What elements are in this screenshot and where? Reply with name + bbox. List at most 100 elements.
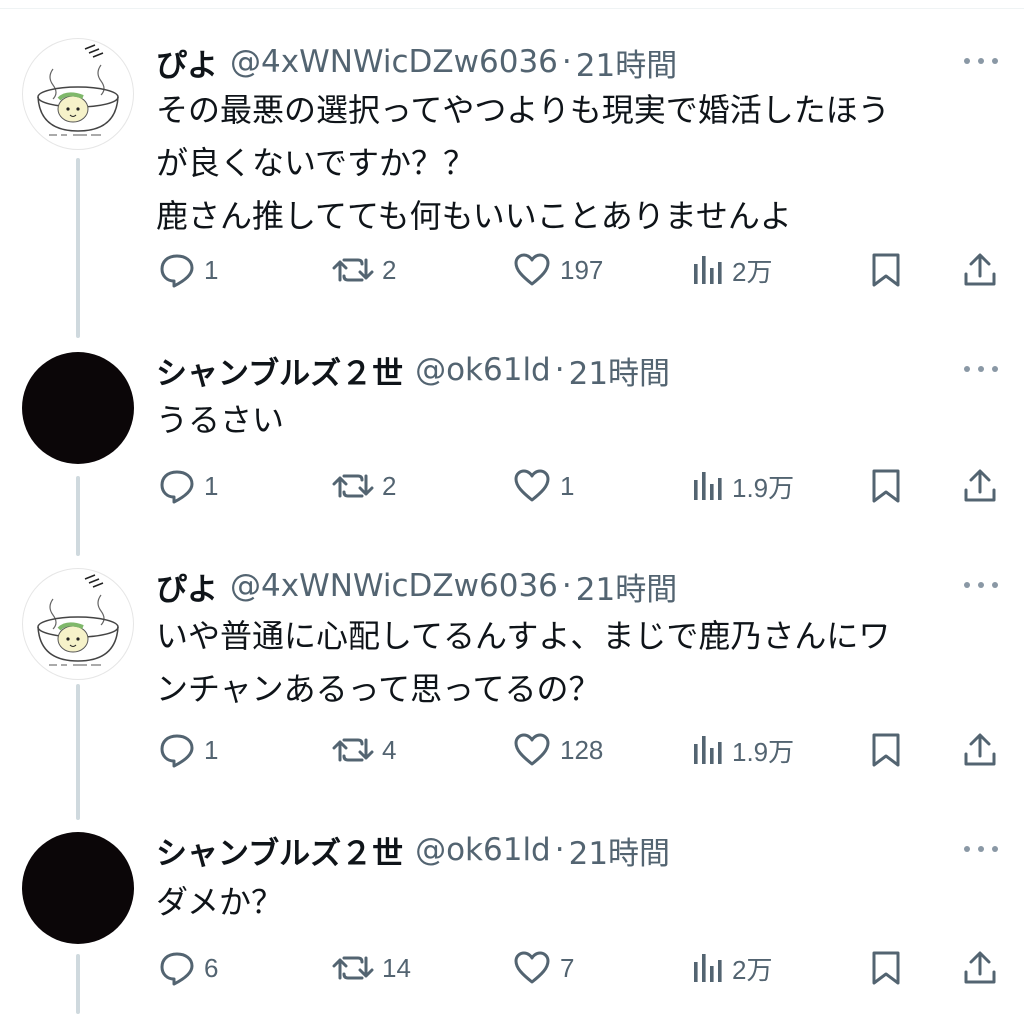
tweet-actions: 6 14 7 2万: [0, 946, 1024, 990]
reposts-count: 2: [382, 470, 397, 501]
repost-arrows-icon: [332, 950, 374, 986]
separator: ·: [561, 44, 572, 80]
display-name[interactable]: シャンブルズ２世: [156, 828, 403, 873]
separator: ·: [554, 352, 565, 388]
reply-bubble-icon: [158, 252, 196, 288]
replies-count: 1: [204, 470, 219, 501]
tweet-header: シャンブルズ２世 @ok61ld · 21時間: [156, 826, 670, 874]
views-count: 2万: [732, 954, 773, 985]
user-handle[interactable]: @ok61ld: [415, 832, 551, 868]
replies-count: 1: [204, 254, 219, 285]
analytics-bars-icon: [692, 732, 724, 768]
bookmark-button[interactable]: [870, 728, 902, 772]
like-button[interactable]: 197: [512, 248, 603, 292]
reposts-count: 4: [382, 734, 397, 765]
separator: ·: [554, 832, 565, 868]
display-name[interactable]: ぴよ: [156, 40, 218, 85]
tweet-text: うるさい: [156, 394, 996, 447]
bookmark-icon: [870, 950, 902, 986]
timestamp[interactable]: 21時間: [569, 828, 670, 873]
tweet-text: その最悪の選択ってやつよりも現実で婚活したほう が良くないですか？？ 鹿さん推し…: [156, 84, 996, 243]
reply-bubble-icon: [158, 468, 196, 504]
avatar[interactable]: [22, 568, 134, 680]
share-button[interactable]: [962, 464, 998, 508]
tweet-text-line: が良くないですか？？: [156, 144, 476, 182]
likes-count: 1: [560, 470, 575, 501]
user-handle[interactable]: @4xWNWicDZw6036: [230, 568, 558, 604]
bookmark-icon: [870, 732, 902, 768]
tweet-text: いや普通に心配してるんすよ、まじで鹿乃さんにワ ンチャンあるって思ってるの？: [156, 610, 996, 716]
reposts-count: 14: [382, 952, 411, 983]
bookmark-icon: [870, 468, 902, 504]
more-dots-icon[interactable]: [964, 836, 998, 862]
views-button[interactable]: 1.9万: [692, 728, 794, 772]
repost-button[interactable]: 4: [332, 728, 396, 772]
bookmark-button[interactable]: [870, 248, 902, 292]
tweet-text-line: その最悪の選択ってやつよりも現実で婚活したほう: [156, 91, 890, 129]
repost-arrows-icon: [332, 732, 374, 768]
heart-icon: [512, 468, 552, 504]
share-upload-icon: [962, 252, 998, 288]
views-button[interactable]: 2万: [692, 946, 772, 990]
bookmark-button[interactable]: [870, 946, 902, 990]
tweet-actions: 1 2 1 1.9万: [0, 464, 1024, 508]
timestamp[interactable]: 21時間: [576, 40, 677, 85]
share-button[interactable]: [962, 248, 998, 292]
share-button[interactable]: [962, 728, 998, 772]
bookmark-icon: [870, 252, 902, 288]
heart-icon: [512, 950, 552, 986]
user-handle[interactable]: @4xWNWicDZw6036: [230, 44, 558, 80]
more-dots-icon[interactable]: [964, 48, 998, 74]
likes-count: 197: [560, 254, 604, 285]
analytics-bars-icon: [692, 252, 724, 288]
like-button[interactable]: 1: [512, 464, 574, 508]
repost-button[interactable]: 14: [332, 946, 411, 990]
timestamp[interactable]: 21時間: [569, 348, 670, 393]
replies-count: 6: [204, 952, 219, 983]
user-handle[interactable]: @ok61ld: [415, 352, 551, 388]
views-button[interactable]: 1.9万: [692, 464, 794, 508]
tweet[interactable]: ぴよ @4xWNWicDZw6036 · 21時間 その最悪の選択ってやつよりも…: [0, 38, 1024, 298]
reply-bubble-icon: [158, 950, 196, 986]
avatar[interactable]: [22, 352, 134, 464]
reply-button[interactable]: 1: [158, 728, 218, 772]
avatar[interactable]: [22, 38, 134, 150]
reply-bubble-icon: [158, 732, 196, 768]
share-button[interactable]: [962, 946, 998, 990]
share-upload-icon: [962, 950, 998, 986]
heart-icon: [512, 732, 552, 768]
heart-icon: [512, 252, 552, 288]
reply-button[interactable]: 6: [158, 946, 218, 990]
repost-arrows-icon: [332, 468, 374, 504]
tweet-actions: 1 4 128 1.9万: [0, 728, 1024, 772]
like-button[interactable]: 128: [512, 728, 603, 772]
reply-button[interactable]: 1: [158, 464, 218, 508]
tweet-header: シャンブルズ２世 @ok61ld · 21時間: [156, 346, 670, 394]
separator: ·: [561, 568, 572, 604]
views-button[interactable]: 2万: [692, 248, 772, 292]
bookmark-button[interactable]: [870, 464, 902, 508]
avatar[interactable]: [22, 832, 134, 944]
analytics-bars-icon: [692, 950, 724, 986]
tweet[interactable]: シャンブルズ２世 @ok61ld · 21時間 うるさい 1 2 1 1.9万: [0, 346, 1024, 526]
display-name[interactable]: ぴよ: [156, 564, 218, 609]
tweet[interactable]: ぴよ @4xWNWicDZw6036 · 21時間 いや普通に心配してるんすよ、…: [0, 562, 1024, 802]
likes-count: 7: [560, 952, 575, 983]
tweet-text-line: うるさい: [156, 401, 285, 439]
replies-count: 1: [204, 734, 219, 765]
analytics-bars-icon: [692, 468, 724, 504]
repost-button[interactable]: 2: [332, 248, 396, 292]
timestamp[interactable]: 21時間: [576, 564, 677, 609]
more-dots-icon[interactable]: [964, 572, 998, 598]
tweet-header: ぴよ @4xWNWicDZw6036 · 21時間: [156, 38, 677, 86]
display-name[interactable]: シャンブルズ２世: [156, 348, 403, 393]
tweet-text-line: ンチャンあるって思ってるの？: [156, 670, 601, 708]
tweet-text-line: ダメか？: [156, 883, 284, 921]
views-count: 2万: [732, 256, 773, 287]
like-button[interactable]: 7: [512, 946, 574, 990]
more-dots-icon[interactable]: [964, 356, 998, 382]
views-count: 1.9万: [732, 472, 795, 503]
tweet[interactable]: シャンブルズ２世 @ok61ld · 21時間 ダメか？ 6 14 7 2万: [0, 826, 1024, 1006]
repost-button[interactable]: 2: [332, 464, 396, 508]
reply-button[interactable]: 1: [158, 248, 218, 292]
